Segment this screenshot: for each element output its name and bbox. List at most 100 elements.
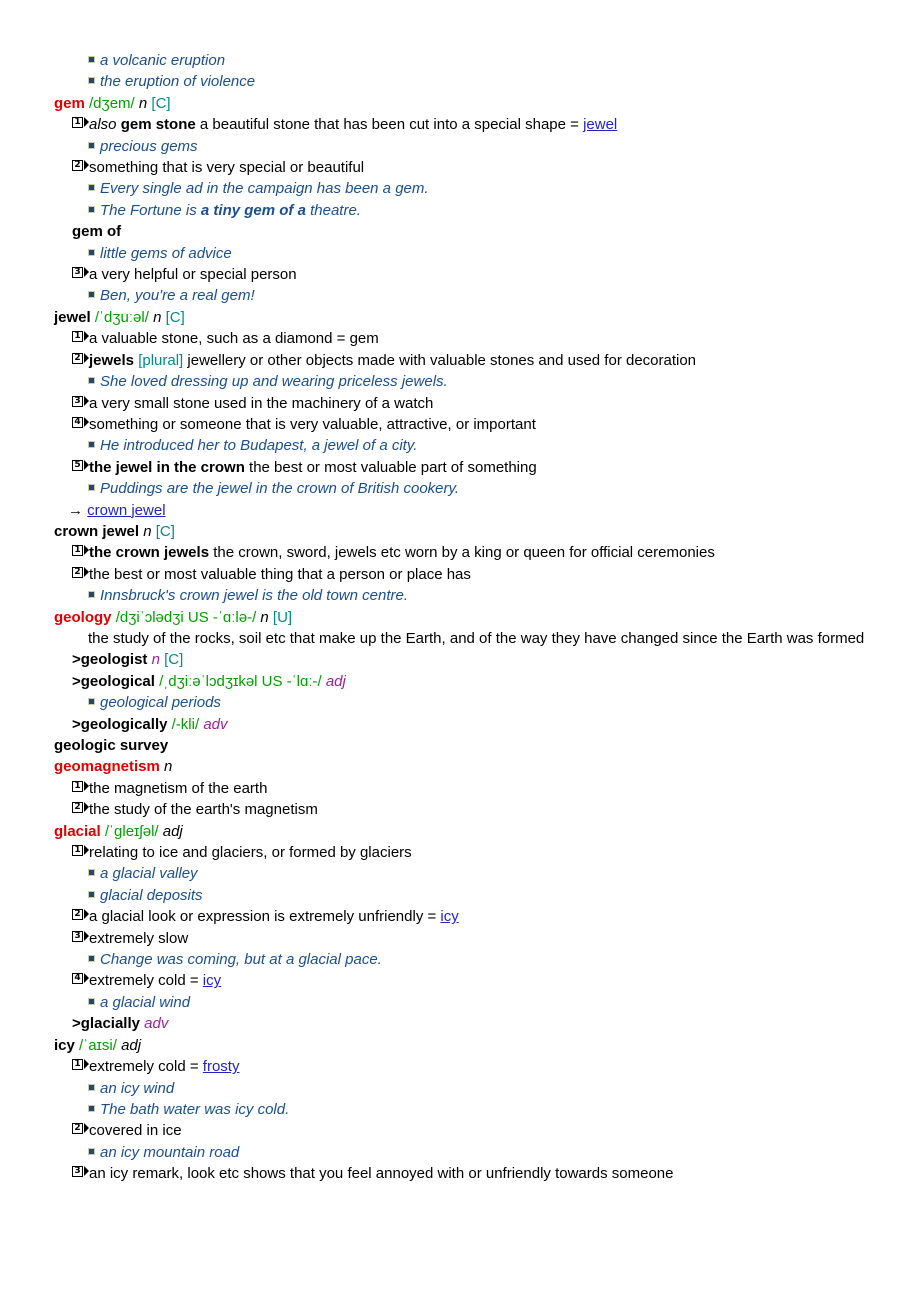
example-text-pre: The Fortune is xyxy=(100,201,201,219)
example-line: Innsbruck's crown jewel is the old town … xyxy=(0,585,920,606)
example-bullet-icon xyxy=(88,141,95,149)
example-bullet-icon xyxy=(88,441,95,449)
definition: something or someone that is very valuab… xyxy=(89,415,536,433)
example-line: He introduced her to Budapest, a jewel o… xyxy=(0,435,920,456)
example-bullet-icon xyxy=(88,890,95,898)
example-bullet-icon xyxy=(88,377,95,385)
sense-register: also xyxy=(89,116,117,134)
sense-number-2-icon: 2 xyxy=(72,352,89,364)
sense-line: 1 extremely cold = frosty xyxy=(0,1056,892,1077)
part-of-speech: n xyxy=(151,651,160,669)
cross-reference-link[interactable]: icy xyxy=(203,972,221,989)
headword[interactable]: geomagnetism xyxy=(54,758,160,775)
sense-number-2-icon: 2 xyxy=(72,160,89,172)
part-of-speech: n xyxy=(153,308,162,326)
definition: the crown, sword, jewels etc worn by a k… xyxy=(209,544,715,562)
sense-number-5-icon: 5 xyxy=(72,459,89,471)
definition: the study of the earth's magnetism xyxy=(89,801,318,819)
cross-reference-link[interactable]: frosty xyxy=(203,1058,240,1075)
example-bullet-icon xyxy=(88,248,95,256)
headword-line-glacial[interactable]: glacial /ˈgleɪʃəl/ adj xyxy=(0,821,920,842)
sense-line: 4 something or someone that is very valua… xyxy=(0,414,892,435)
headword-line-crown-jewel[interactable]: crown jewel n [C] xyxy=(0,521,920,542)
example-line: Change was coming, but at a glacial pace… xyxy=(0,949,920,970)
example-line: precious gems xyxy=(0,136,920,157)
definition: a very small stone used in the machinery… xyxy=(89,394,434,412)
part-of-speech: adj xyxy=(121,1036,142,1054)
sense-number-3-icon: 3 xyxy=(72,930,89,942)
sense-number-2-icon: 2 xyxy=(72,566,89,578)
sense-variant: jewels xyxy=(89,351,135,369)
derived-form-geologist: >geologist n [C] xyxy=(0,649,920,670)
example-bullet-icon xyxy=(88,955,95,963)
headword-line-icy[interactable]: icy /ˈaɪsi/ adj xyxy=(0,1035,920,1056)
phonetic: /dʒem/ xyxy=(89,94,135,112)
sense-line: 1 the magnetism of the earth xyxy=(0,778,892,799)
example-line: a glacial valley xyxy=(0,863,920,884)
example-line: Puddings are the jewel in the crown of B… xyxy=(0,478,920,499)
cross-reference-line[interactable]: → crown jewel xyxy=(0,500,920,521)
headword[interactable]: geologic survey xyxy=(54,737,168,754)
phonetic: /dʒiˈɔlədʒi US -ˈɑːlə-/ xyxy=(115,608,257,626)
example-bullet-icon xyxy=(88,484,95,492)
sense-line: 3a very helpful or special person xyxy=(0,264,892,285)
headword[interactable]: crown jewel xyxy=(54,523,139,540)
derived-word: geological xyxy=(80,672,155,690)
headword-line-gem[interactable]: gem /dʒem/ n [C] xyxy=(0,93,920,114)
phonetic: /ˈgleɪʃəl/ xyxy=(104,822,159,840)
sense-phrase: the crown jewels xyxy=(89,544,210,562)
derived-marker: > xyxy=(72,1015,81,1033)
sense-number-1-icon: 1 xyxy=(72,331,89,343)
example-bullet-icon xyxy=(88,184,95,192)
headword-line-geomagnetism[interactable]: geomagnetism n xyxy=(0,756,920,777)
example-line: a volcanic eruption xyxy=(0,50,920,71)
definition: a very helpful or special person xyxy=(89,266,297,284)
cross-reference-link[interactable]: jewel xyxy=(583,116,617,133)
part-of-speech: adv xyxy=(144,1015,169,1033)
headword-line-geology[interactable]: geology /dʒiˈɔlədʒi US -ˈɑːlə-/ n [U] xyxy=(0,607,920,628)
example-line: geological periods xyxy=(0,692,920,713)
sense-number-4-icon: 4 xyxy=(72,416,89,428)
example-highlight: a tiny gem of a xyxy=(200,201,306,219)
entry-list: a volcanic eruption the eruption of viol… xyxy=(0,50,920,1185)
example-bullet-icon xyxy=(88,869,95,877)
headword[interactable]: gem xyxy=(54,95,85,112)
cross-reference-link[interactable]: crown jewel xyxy=(87,502,165,519)
headword[interactable]: glacial xyxy=(54,823,101,840)
grammar-label: [plural] xyxy=(138,351,184,369)
sense-number-3-icon: 3 xyxy=(72,395,89,407)
sense-line: 4 extremely cold = icy xyxy=(0,970,892,991)
example-bullet-icon xyxy=(88,591,95,599)
part-of-speech: adj xyxy=(325,672,346,690)
headword-line-geologic-survey[interactable]: geologic survey xyxy=(0,735,920,756)
phonetic: /-kli/ xyxy=(171,715,200,733)
definition: the magnetism of the earth xyxy=(89,779,268,797)
definition: relating to ice and glaciers, or formed … xyxy=(89,844,412,862)
part-of-speech: n xyxy=(143,522,152,540)
example-line: a glacial wind xyxy=(0,992,920,1013)
sense-number-2-icon: 2 xyxy=(72,909,89,921)
grammar-label: [C] xyxy=(165,308,185,326)
sense-number-1-icon: 1 xyxy=(72,845,89,857)
phonetic: /ˌdʒiːəˈlɔdʒɪkəl US -ˈlɑː-/ xyxy=(159,672,322,690)
sense-line: 2 something that is very special or beaut… xyxy=(0,157,892,178)
cross-reference-link[interactable]: icy xyxy=(440,908,458,925)
definition: extremely cold = xyxy=(89,972,203,990)
headword[interactable]: icy xyxy=(54,1037,75,1054)
definition: an icy remark, look etc shows that you f… xyxy=(89,1165,674,1183)
phrase-head: gem of xyxy=(72,223,122,241)
sense-line: 3a very small stone used in the machiner… xyxy=(0,393,892,414)
example-bullet-icon xyxy=(88,291,95,299)
example-line: an icy wind xyxy=(0,1078,920,1099)
derived-form-geological: >geological /ˌdʒiːəˈlɔdʒɪkəl US -ˈlɑː-/ … xyxy=(0,671,892,692)
example-bullet-icon xyxy=(88,997,95,1005)
sense-number-1-icon: 1 xyxy=(72,545,89,557)
example-line: The Fortune is a tiny gem of a theatre. xyxy=(0,200,920,221)
phonetic: /ˈdʒuːəl/ xyxy=(94,308,149,326)
part-of-speech: adj xyxy=(162,822,183,840)
sense-number-1-icon: 1 xyxy=(72,117,89,129)
headword[interactable]: geology xyxy=(54,609,112,626)
definition: the best or most valuable part of someth… xyxy=(244,458,537,476)
headword[interactable]: jewel xyxy=(54,309,91,326)
headword-line-jewel[interactable]: jewel /ˈdʒuːəl/ n [C] xyxy=(0,307,920,328)
